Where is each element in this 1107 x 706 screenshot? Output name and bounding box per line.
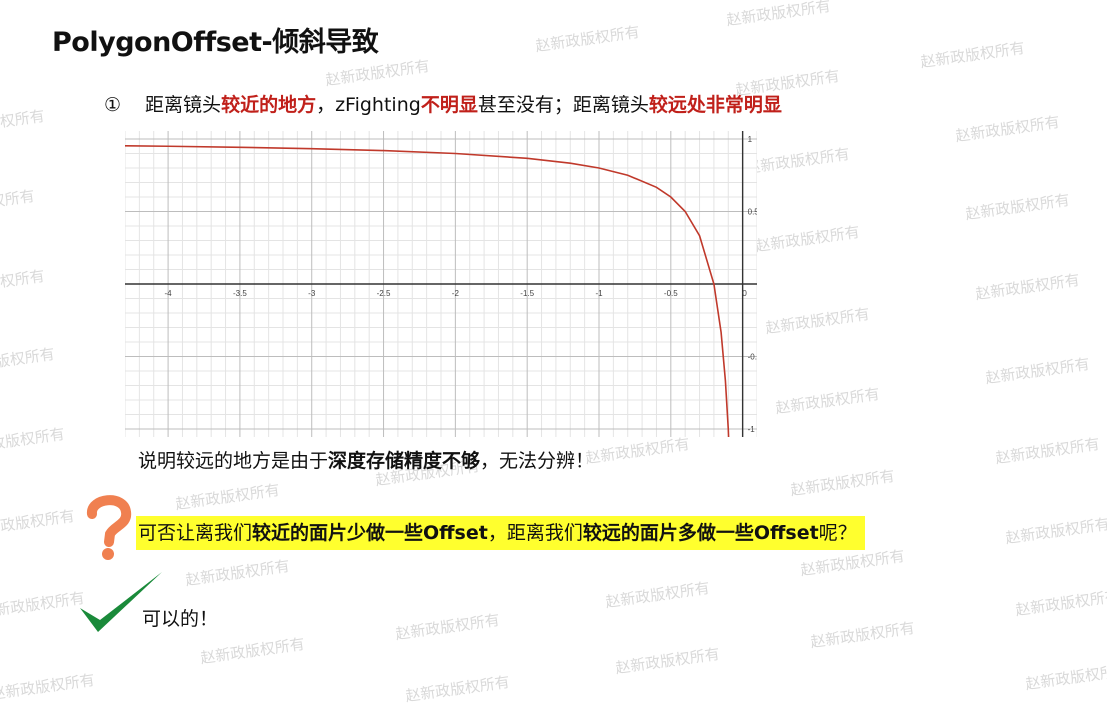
depth-curve-chart: -4 -3.5 -3 -2.5 -2 -1.5 -1 -0.5 0 1 0.5 -0.5 -1 — [125, 131, 757, 437]
bullet-point-1: ① 距离镜头较近的地方，zFighting不明显甚至没有；距离镜头较远处非常明显 — [104, 90, 782, 117]
watermark: 赵新政版权所有 — [974, 270, 1081, 304]
point-text: 距离镜头 — [145, 94, 222, 116]
watermark: 赵新政版权所有 — [744, 144, 851, 178]
watermark: 赵新政版权所有 — [0, 670, 96, 704]
x-tick-label: -0.5 — [664, 289, 678, 298]
explanation-text: 说明较远的地方是由于深度存储精度不够，无法分辨！ — [138, 446, 594, 473]
watermark: 赵新政版权所有 — [614, 644, 721, 678]
question-mark-icon — [87, 495, 132, 560]
watermark: 赵新政版权所有 — [0, 506, 76, 540]
watermark: 赵新政版权所有 — [0, 344, 56, 378]
watermark: 赵新政版权所有 — [0, 186, 36, 220]
x-tick-label: -2.5 — [377, 289, 391, 298]
point-emphasis: 较近的地方 — [221, 94, 317, 116]
watermark: 赵新政版权所有 — [1004, 514, 1107, 548]
watermark: 赵新政版权所有 — [174, 480, 281, 514]
question-text: 呢？ — [818, 522, 857, 544]
watermark: 赵新政版权所有 — [725, 0, 832, 30]
watermark: 赵新政版权所有 — [954, 112, 1061, 146]
question-emphasis: 较近的面片少做一些Offset — [252, 522, 488, 544]
point-emphasis: 较远处非常明显 — [648, 94, 782, 116]
watermark: 赵新政版权所有 — [809, 618, 916, 652]
watermark: 赵新政版权所有 — [324, 56, 431, 90]
y-tick-label: -0.5 — [748, 353, 757, 362]
watermark: 赵新政版权所有 — [774, 384, 881, 418]
watermark: 赵新政版权所有 — [0, 424, 66, 458]
watermark: 赵新政版权所有 — [604, 578, 711, 612]
watermark: 赵新政版权所有 — [1014, 586, 1107, 620]
watermark: 赵新政版权所有 — [534, 22, 641, 56]
explain-text: 说明较远的地方是由于 — [138, 450, 329, 472]
watermark: 赵新政版权所有 — [754, 222, 861, 256]
y-tick-label: 1 — [748, 135, 753, 144]
explain-text: ，无法分辨！ — [480, 450, 595, 472]
watermark: 赵新政版权所有 — [584, 434, 691, 468]
point-emphasis: 不明显 — [420, 94, 478, 116]
watermark: 赵新政版权所有 — [1024, 660, 1107, 694]
question-emphasis: 较远的面片多做一些Offset — [582, 522, 819, 544]
answer-text: 可以的！ — [142, 608, 219, 630]
watermark: 赵新政版权所有 — [184, 556, 291, 590]
x-tick-label: -3.5 — [233, 289, 247, 298]
x-tick-label: -4 — [165, 289, 173, 298]
watermark: 赵新政版权所有 — [789, 466, 896, 500]
x-tick-label: -2 — [452, 289, 460, 298]
question-text: 可否让离我们 — [138, 522, 253, 544]
x-tick-label: -3 — [308, 289, 316, 298]
bullet-number: ① — [104, 94, 122, 116]
watermark: 赵新政版权所有 — [764, 304, 871, 338]
watermark: 赵新政版权所有 — [919, 38, 1026, 72]
watermark: 赵新政版权所有 — [994, 434, 1101, 468]
x-tick-label: -1.5 — [520, 289, 534, 298]
watermark: 赵新政版权所有 — [0, 106, 46, 140]
point-text: 甚至没有；距离镜头 — [477, 94, 649, 116]
watermark: 赵新政版权所有 — [964, 190, 1071, 224]
explain-emphasis: 深度存储精度不够 — [328, 450, 481, 472]
watermark: 赵新政版权所有 — [0, 266, 46, 300]
watermark: 赵新政版权所有 — [199, 634, 306, 668]
point-text: ，zFighting — [316, 94, 421, 116]
watermark: 赵新政版权所有 — [0, 588, 86, 622]
y-tick-label: 0.5 — [748, 208, 757, 217]
watermark: 赵新政版权所有 — [984, 354, 1091, 388]
page-title: PolygonOffset-倾斜导致 — [52, 27, 379, 58]
x-tick-label: -1 — [595, 289, 603, 298]
question-callout: 可否让离我们较近的面片少做一些Offset，距离我们较远的面片多做一些Offse… — [136, 516, 865, 550]
question-text: ，距离我们 — [487, 522, 583, 544]
watermark: 赵新政版权所有 — [799, 546, 906, 580]
y-tick-label: -1 — [748, 425, 756, 434]
watermark: 赵新政版权所有 — [394, 610, 501, 644]
x-tick-label: 0 — [742, 289, 747, 298]
